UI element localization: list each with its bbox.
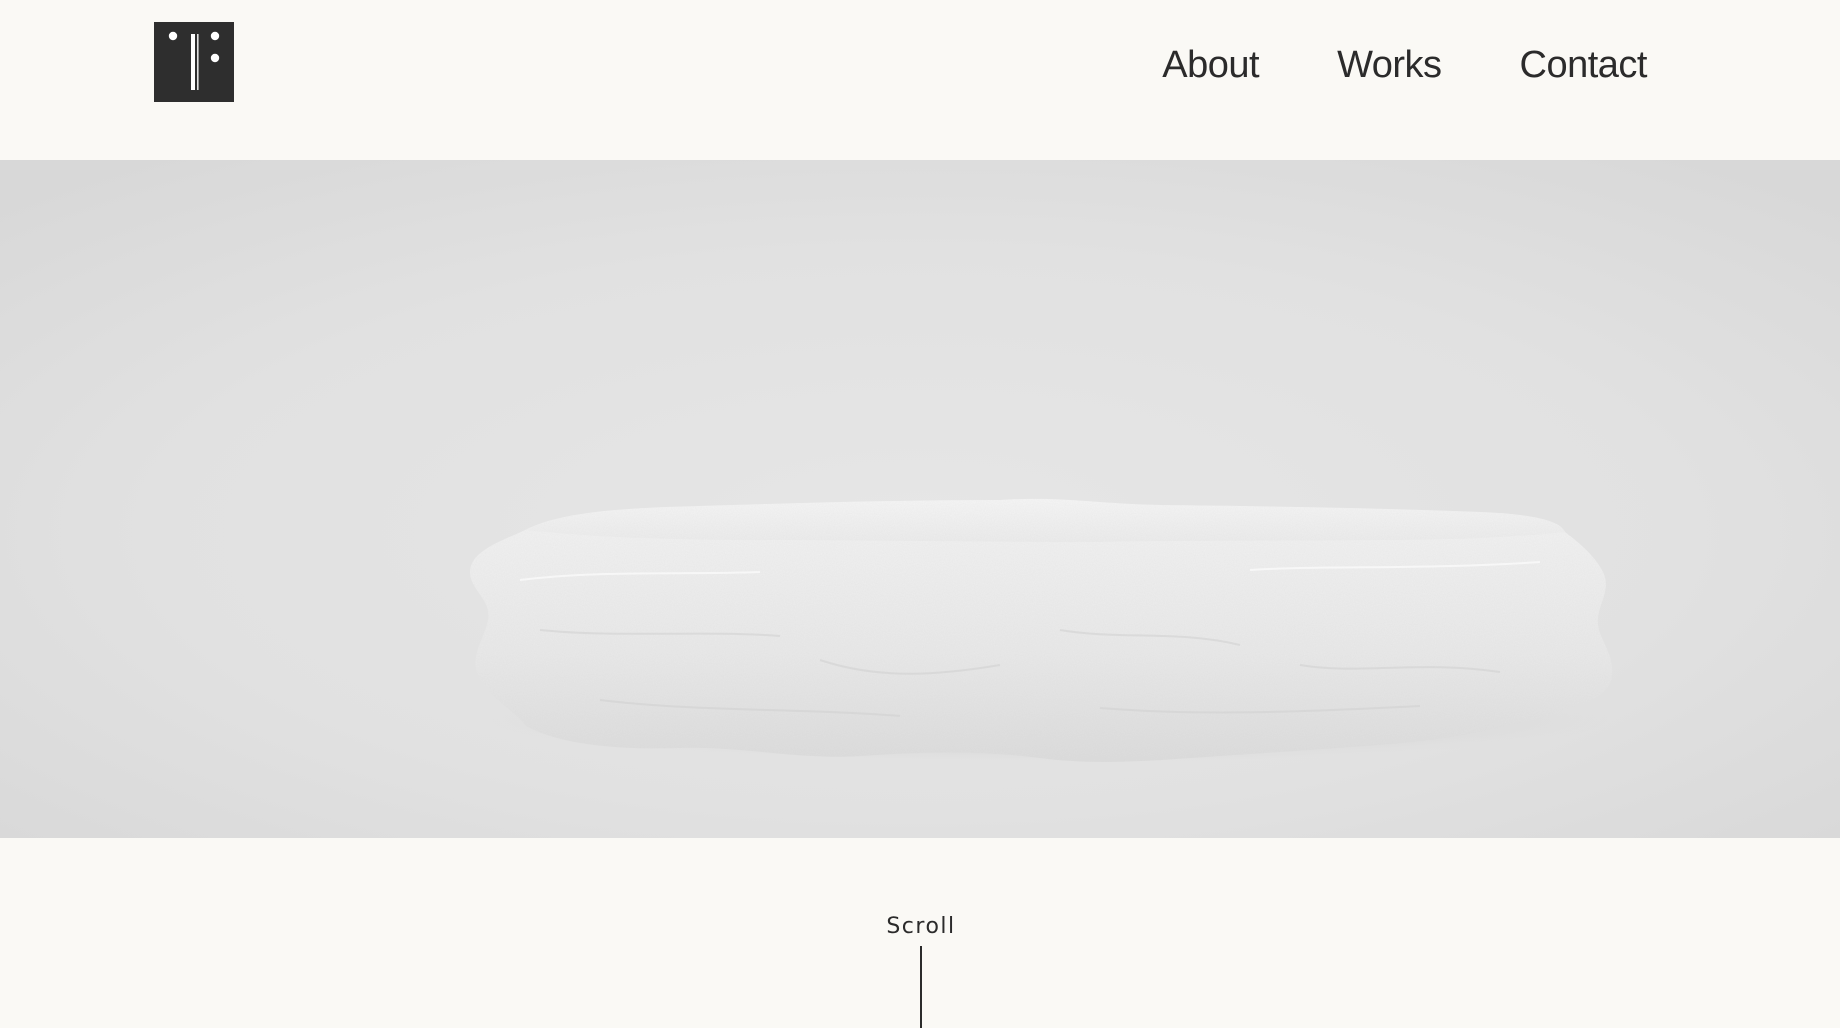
nav-link-works[interactable]: Works [1337,40,1442,90]
brand-logo-icon[interactable] [154,22,234,102]
scroll-label[interactable]: Scroll [1,914,1840,939]
site-header: About Works Contact [0,0,1840,160]
scroll-indicator: Scroll [0,838,1840,1028]
nav-link-contact[interactable]: Contact [1520,40,1648,90]
main-nav: About Works Contact [1084,40,1647,90]
logo-mark-graphic [154,22,234,102]
scroll-line-icon [920,946,922,1028]
nav-link-about[interactable]: About [1162,40,1259,90]
hero-banner [0,160,1840,838]
stone-podium-image [0,160,1840,838]
